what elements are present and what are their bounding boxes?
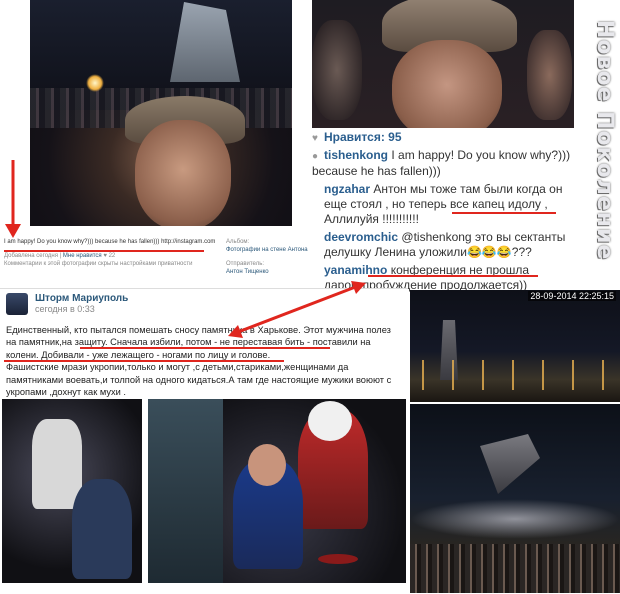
annotation-arrow-double — [237, 284, 359, 334]
arrow-head — [5, 224, 21, 238]
annotation-arrows — [5, 160, 366, 338]
